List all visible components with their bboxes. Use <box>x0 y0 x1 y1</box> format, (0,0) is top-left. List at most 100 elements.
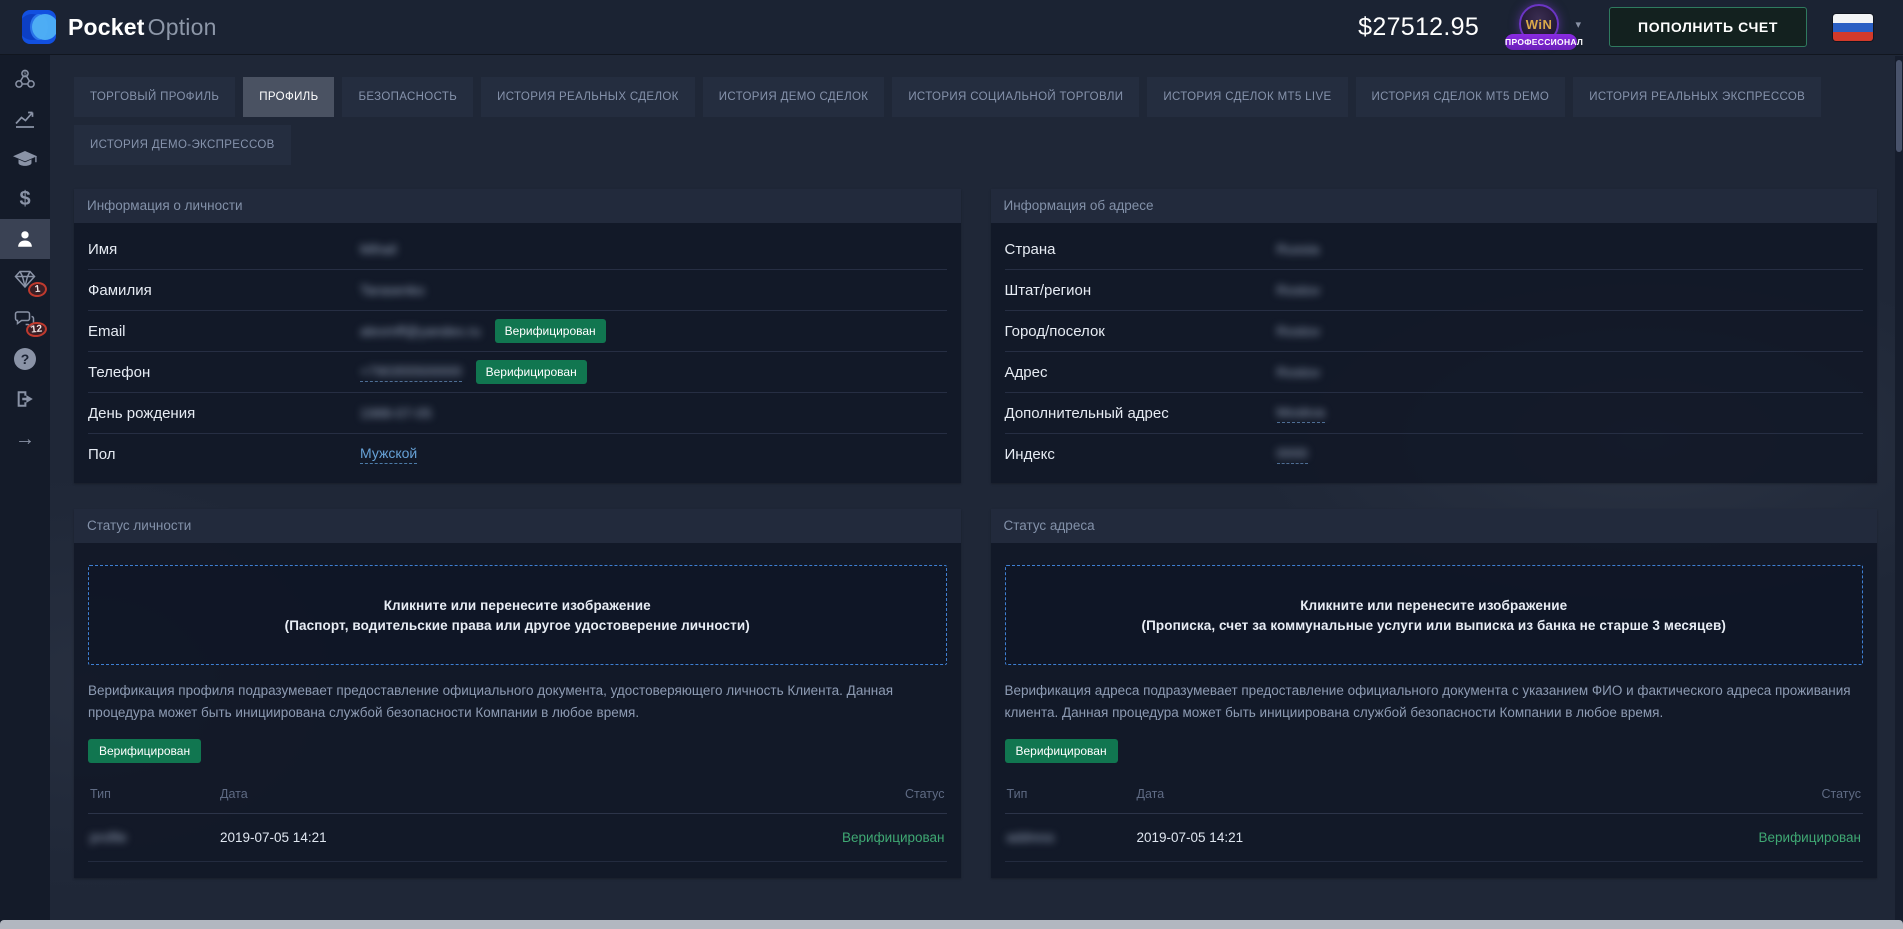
dropzone-hint: (Паспорт, водительские права или другое … <box>285 618 750 633</box>
dropzone-title: Кликните или перенесите изображение <box>384 598 651 613</box>
redacted-value: Moskva <box>1277 404 1325 420</box>
panel-title: Статус личности <box>74 509 961 543</box>
table-header: Тип Дата Статус <box>1005 779 1864 814</box>
sidebar-item-achievements[interactable]: 1 <box>0 259 50 299</box>
brand-name-bold: Pocket <box>68 14 145 40</box>
field-row-address2: Дополнительный адрес Moskva <box>1005 393 1864 434</box>
sidebar: $ $ <box>0 55 50 929</box>
panels-grid: Информация о личности Имя Mihail Фамилия… <box>74 189 1877 878</box>
win-badge-text: WiN <box>1526 17 1553 32</box>
tab-demo-express-history[interactable]: ИСТОРИЯ ДЕМО-ЭКСПРЕССОВ <box>74 125 291 165</box>
sidebar-item-logout[interactable] <box>0 379 50 419</box>
account-balance[interactable]: $27512.95 <box>1358 13 1479 42</box>
redacted-value: Rostov <box>1277 323 1321 339</box>
verification-table: Тип Дата Статус address 2019-07-05 14:21… <box>1005 779 1864 862</box>
sidebar-item-help[interactable]: ? <box>0 339 50 379</box>
sidebar-item-trading[interactable] <box>0 99 50 139</box>
vertical-scrollbar[interactable] <box>1895 56 1903 920</box>
redacted-value: Rostov <box>1277 364 1321 380</box>
verification-table: Тип Дата Статус profile 2019-07-05 14:21… <box>88 779 947 862</box>
tab-demo-trades-history[interactable]: ИСТОРИЯ ДЕМО СДЕЛОК <box>703 77 885 117</box>
field-row-city: Город/поселок Rostov <box>1005 311 1864 352</box>
language-flag-ru-icon[interactable] <box>1833 14 1873 41</box>
panel-personal-status: Статус личности Кликните или перенесите … <box>74 509 961 878</box>
redacted-value: 0000 <box>1277 445 1308 461</box>
dollar-icon: $ <box>19 189 30 209</box>
tab-real-express-history[interactable]: ИСТОРИЯ РЕАЛЬНЫХ ЭКСПРЕССОВ <box>1573 77 1821 117</box>
chevron-down-icon[interactable]: ▾ <box>1576 18 1582 31</box>
sidebar-item-education[interactable] <box>0 139 50 179</box>
top-header: PocketOption $27512.95 WiN ▾ ПРОФЕССИОНА… <box>0 0 1903 55</box>
tab-security[interactable]: БЕЗОПАСНОСТЬ <box>342 77 473 117</box>
field-row-email: Email alexmff@yandex.ru Верифицирован <box>88 311 947 352</box>
notification-badge: 12 <box>25 321 48 338</box>
brand-name: PocketOption <box>68 14 217 41</box>
sidebar-item-profile[interactable] <box>0 219 50 259</box>
tab-trading-profile[interactable]: ТОРГОВЫЙ ПРОФИЛЬ <box>74 77 235 117</box>
panel-personal-info: Информация о личности Имя Mihail Фамилия… <box>74 189 961 483</box>
table-row: address 2019-07-05 14:21 Верифицирован <box>1005 814 1864 862</box>
arrow-right-icon: → <box>15 429 35 449</box>
graduation-cap-icon <box>12 147 38 171</box>
header-right: $27512.95 WiN ▾ ПРОФЕССИОНАЛ ПОПОЛНИТЬ С… <box>1358 4 1873 50</box>
verification-date: 2019-07-05 14:21 <box>1137 830 1722 845</box>
field-row-gender: Пол Мужской <box>88 434 947 475</box>
pocket-option-logo-icon <box>22 10 56 44</box>
field-row-country: Страна Russia <box>1005 229 1864 270</box>
brand-name-light: Option <box>148 14 217 40</box>
editable-value[interactable]: 0000 <box>1277 445 1308 464</box>
dropzone-title: Кликните или перенесите изображение <box>1300 598 1567 613</box>
panel-title: Статус адреса <box>991 509 1878 543</box>
tab-mt5-live-history[interactable]: ИСТОРИЯ СДЕЛОК MT5 LIVE <box>1147 77 1347 117</box>
tab-mt5-demo-history[interactable]: ИСТОРИЯ СДЕЛОК MT5 DEMO <box>1356 77 1566 117</box>
redacted-value: Mihail <box>360 241 397 257</box>
identity-upload-dropzone[interactable]: Кликните или перенесите изображение (Пас… <box>88 565 947 665</box>
tab-real-trades-history[interactable]: ИСТОРИЯ РЕАЛЬНЫХ СДЕЛОК <box>481 77 695 117</box>
address-upload-dropzone[interactable]: Кликните или перенесите изображение (Про… <box>1005 565 1864 665</box>
verification-date: 2019-07-05 14:21 <box>220 830 805 845</box>
brand-logo[interactable]: PocketOption <box>22 10 217 44</box>
tab-social-trading-history[interactable]: ИСТОРИЯ СОЦИАЛЬНОЙ ТОРГОВЛИ <box>892 77 1139 117</box>
field-row-last-name: Фамилия Tarasenko <box>88 270 947 311</box>
account-level-badge[interactable]: WiN ▾ ПРОФЕССИОНАЛ <box>1505 4 1583 50</box>
gender-edit-link[interactable]: Мужской <box>360 445 417 464</box>
sidebar-item-collapse[interactable]: → <box>0 419 50 459</box>
panel-address-status: Статус адреса Кликните или перенесите из… <box>991 509 1878 878</box>
profile-tabs-row-2: ИСТОРИЯ ДЕМО-ЭКСПРЕССОВ <box>74 125 1877 165</box>
verification-status: Верифицирован <box>805 830 945 845</box>
field-row-address: Адрес Rostov <box>1005 352 1864 393</box>
sidebar-item-support-chat[interactable]: 12 <box>0 299 50 339</box>
tab-profile[interactable]: ПРОФИЛЬ <box>243 77 334 117</box>
redacted-value: +790355500000 <box>360 363 462 379</box>
profile-tabs-row-1: ТОРГОВЫЙ ПРОФИЛЬ ПРОФИЛЬ БЕЗОПАСНОСТЬ ИС… <box>74 77 1877 117</box>
question-icon: ? <box>14 348 36 370</box>
chart-icon <box>13 107 37 131</box>
panel-address-info: Информация об адресе Страна Russia Штат/… <box>991 189 1878 483</box>
status-badge: Верифицирован <box>1005 739 1118 763</box>
account-level-label: ПРОФЕССИОНАЛ <box>1505 34 1577 50</box>
sidebar-item-tournaments[interactable]: $ <box>0 59 50 99</box>
logout-icon <box>14 388 36 410</box>
redacted-value: Tarasenko <box>360 282 425 298</box>
verified-badge: Верифицирован <box>495 319 606 343</box>
app: PocketOption $27512.95 WiN ▾ ПРОФЕССИОНА… <box>0 0 1903 929</box>
verified-badge: Верифицирован <box>476 360 587 384</box>
redacted-value: Russia <box>1277 241 1320 257</box>
editable-value[interactable]: +790355500000 <box>360 363 462 382</box>
field-row-phone: Телефон +790355500000 Верифицирован <box>88 352 947 393</box>
horizontal-scrollbar[interactable] <box>0 920 1903 929</box>
status-badge: Верифицирован <box>88 739 201 763</box>
panel-title: Информация о личности <box>74 189 961 223</box>
sidebar-item-finance[interactable]: $ <box>0 179 50 219</box>
redacted-value: address <box>1007 830 1055 845</box>
deposit-button[interactable]: ПОПОЛНИТЬ СЧЕТ <box>1609 7 1807 47</box>
field-row-birthday: День рождения 1988-07-05 <box>88 393 947 434</box>
editable-value[interactable]: Moskva <box>1277 404 1325 423</box>
redacted-value: alexmff@yandex.ru <box>360 323 481 339</box>
table-row: profile 2019-07-05 14:21 Верифицирован <box>88 814 947 862</box>
redacted-value: profile <box>90 830 127 845</box>
vertical-scrollbar-thumb[interactable] <box>1896 60 1902 152</box>
verification-description: Верификация адреса подразумевает предост… <box>1005 680 1864 723</box>
svg-text:$: $ <box>23 71 26 77</box>
main-content: ТОРГОВЫЙ ПРОФИЛЬ ПРОФИЛЬ БЕЗОПАСНОСТЬ ИС… <box>50 55 1903 929</box>
